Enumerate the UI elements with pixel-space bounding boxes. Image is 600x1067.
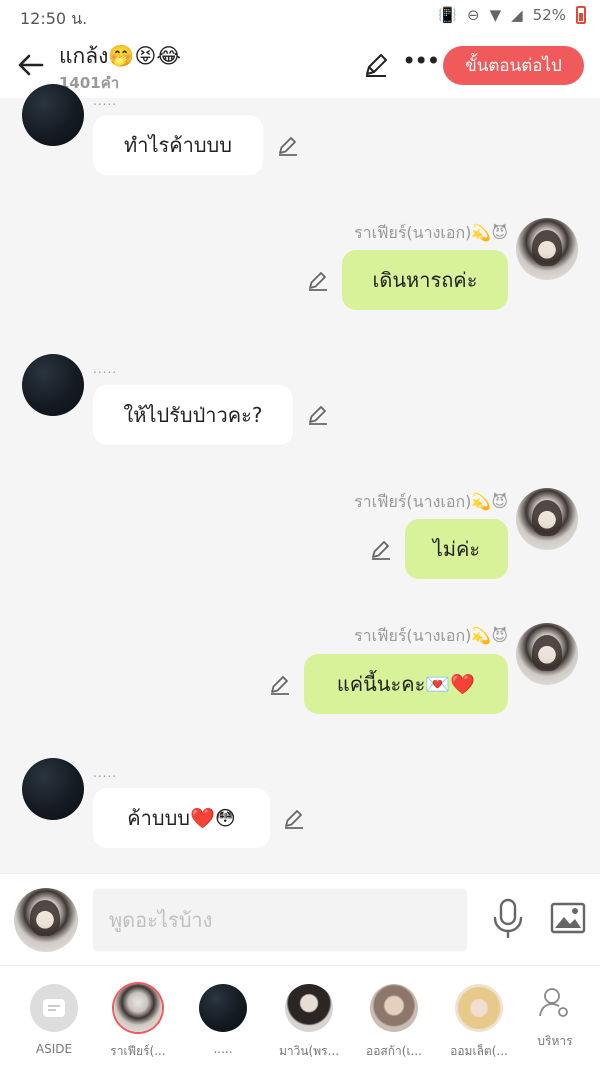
sender-name: .....	[93, 94, 118, 108]
sender-name: ราเฟียร์(นางเอก)💫😈	[354, 626, 508, 645]
microphone-icon[interactable]	[492, 898, 524, 938]
edit-message-icon[interactable]	[306, 268, 330, 292]
chat-thread: ..... ทำไรค้าบบบ ราเฟียร์(นางเอก)💫😈 เดิน…	[0, 84, 600, 873]
sender-name: ราเฟียร์(นางเอก)💫😈	[354, 492, 508, 511]
message-bubble[interactable]: ไม่ค่ะ	[405, 519, 508, 579]
status-icons: 📳 ⊖ ▼ ◢ 52%	[438, 6, 586, 24]
avatar-unknown[interactable]	[22, 758, 84, 820]
character-bar: ASIDE ราเฟียร์(... ..... มาวิน(พร... ออส…	[0, 965, 600, 1067]
edit-message-icon[interactable]	[276, 133, 300, 157]
message-bubble[interactable]: ให้ไปรับป่าวคะ?	[93, 385, 293, 445]
cast-label: ออสก้า(เ...	[366, 1044, 422, 1058]
message-bubble[interactable]: ค้าบบบ❤️😳	[93, 788, 270, 848]
cast-label: ราเฟียร์(...	[110, 1044, 166, 1058]
story-title: แกล้ง🤭😝😂	[59, 44, 181, 68]
cast-item-aside[interactable]: ASIDE	[9, 984, 99, 1056]
cast-item-rafiar[interactable]: ราเฟียร์(...	[93, 984, 183, 1061]
aside-icon	[30, 984, 78, 1032]
manage-characters-button[interactable]: บริหาร	[520, 986, 590, 1051]
sender-name: ราเฟียร์(นางเอก)💫😈	[354, 223, 508, 242]
message-input[interactable]	[93, 889, 467, 951]
message-composer	[0, 873, 600, 965]
battery-icon	[576, 6, 586, 24]
avatar	[455, 984, 503, 1032]
image-icon[interactable]	[550, 902, 586, 934]
back-arrow-icon[interactable]	[16, 50, 46, 80]
edit-message-icon[interactable]	[369, 537, 393, 561]
avatar	[370, 984, 418, 1032]
user-settings-icon	[539, 988, 568, 1017]
battery-level: 52%	[532, 6, 566, 24]
chat-header: แกล้ง🤭😝😂 1401คำ ••• ขั้นตอนต่อไป	[0, 34, 600, 98]
current-character-avatar[interactable]	[14, 888, 78, 952]
cast-label: ออมเล็ต(...	[450, 1044, 508, 1058]
edit-message-icon[interactable]	[268, 672, 292, 696]
message-bubble[interactable]: ทำไรค้าบบบ	[93, 115, 263, 175]
avatar	[199, 984, 247, 1032]
message-bubble[interactable]: เดินหารถค่ะ	[342, 250, 508, 310]
message-bubble[interactable]: แค่นี้นะคะ💌❤️	[304, 654, 508, 714]
avatar-rafiar[interactable]	[516, 623, 578, 685]
avatar	[285, 984, 333, 1032]
edit-message-icon[interactable]	[282, 806, 306, 830]
cast-item-mawin[interactable]: มาวิน(พร...	[264, 984, 354, 1061]
next-step-button[interactable]: ขั้นตอนต่อไป	[443, 46, 584, 85]
edit-pencil-icon[interactable]	[362, 51, 390, 79]
manage-label: บริหาร	[537, 1034, 573, 1048]
sender-name: .....	[93, 766, 118, 780]
avatar	[114, 984, 162, 1032]
avatar-unknown[interactable]	[22, 354, 84, 416]
signal-icon: ◢	[511, 6, 523, 24]
avatar-rafiar[interactable]	[516, 488, 578, 550]
cast-label: ASIDE	[35, 1042, 73, 1056]
edit-message-icon[interactable]	[306, 402, 330, 426]
cast-item-unknown[interactable]: .....	[178, 984, 268, 1056]
wifi-icon: ▼	[489, 6, 502, 24]
status-time: 12:50 น.	[20, 9, 88, 28]
avatar-rafiar[interactable]	[516, 218, 578, 280]
avatar-unknown[interactable]	[22, 84, 84, 146]
sender-name: .....	[93, 362, 118, 376]
cast-item-oska[interactable]: ออสก้า(เ...	[349, 984, 439, 1061]
cast-label: มาวิน(พร...	[278, 1044, 340, 1058]
status-bar: 12:50 น. 📳 ⊖ ▼ ◢ 52%	[0, 0, 600, 34]
more-options-icon[interactable]: •••	[402, 49, 440, 79]
vibrate-icon: 📳	[438, 6, 457, 24]
cast-item-omelet[interactable]: ออมเล็ต(...	[434, 984, 524, 1061]
dnd-icon: ⊖	[466, 6, 480, 24]
cast-label: .....	[213, 1042, 233, 1056]
